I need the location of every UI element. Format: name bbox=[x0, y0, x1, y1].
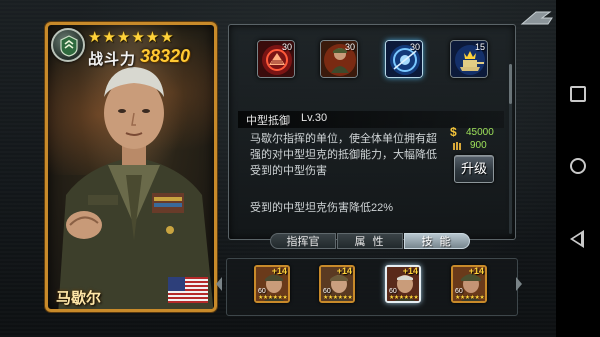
home-icon[interactable] bbox=[570, 158, 586, 174]
recents-icon[interactable] bbox=[570, 86, 586, 102]
gold-icon: $ bbox=[450, 125, 457, 139]
power-value: 38320 bbox=[140, 46, 191, 66]
tab-commander[interactable]: 指挥官 bbox=[270, 233, 336, 249]
roster-plus-3: +14 bbox=[468, 266, 484, 276]
roster-plus-0: +14 bbox=[271, 266, 287, 276]
roster-hero-0[interactable]: +14 60 ★★★★★★ bbox=[254, 265, 290, 303]
roster-stars-3: ★★★★★★ bbox=[455, 295, 485, 301]
skill-scrollbar[interactable] bbox=[509, 64, 512, 234]
skill-icon-3[interactable]: 15 bbox=[450, 40, 488, 78]
ammo-cost: 900 bbox=[470, 140, 487, 151]
skill-icon-0[interactable]: 30 bbox=[257, 40, 295, 78]
roster-plus-2: +14 bbox=[402, 266, 418, 276]
skill-icon-2[interactable]: 30 bbox=[385, 40, 423, 78]
upgrade-button[interactable]: 升级 bbox=[454, 155, 494, 183]
skill-effect: 受到的中型坦克伤害降低22% bbox=[250, 202, 394, 214]
skill-level-1: 30 bbox=[344, 42, 355, 52]
rank-badge-icon bbox=[51, 28, 85, 62]
tab-attributes[interactable]: 属 性 bbox=[337, 233, 403, 249]
skill-level-2: 30 bbox=[409, 42, 420, 52]
skill-icon-1[interactable]: 30 bbox=[320, 40, 358, 78]
system-nav-bar bbox=[556, 0, 600, 337]
skill-description: 马歇尔指挥的单位，使全体单位拥有超强的对中型坦克的抵御能力，大幅降低受到的中型伤… bbox=[250, 133, 437, 177]
hero-name: 马歇尔 bbox=[56, 290, 102, 307]
skill-level: Lv.30 bbox=[301, 112, 328, 124]
skill-level-3: 15 bbox=[474, 42, 485, 52]
hero-card[interactable]: ★★★★★★ 战斗力 38320 马歇尔 bbox=[45, 22, 217, 312]
roster-hero-3[interactable]: +14 60 ★★★★★★ bbox=[451, 265, 487, 303]
back-arrow-icon[interactable] bbox=[520, 6, 554, 28]
ammo-icon bbox=[453, 142, 461, 150]
hero-stars: ★★★★★★ bbox=[88, 29, 175, 46]
usa-flag-icon bbox=[168, 277, 208, 303]
roster-stars-2: ★★★★★★ bbox=[389, 295, 419, 301]
back-icon[interactable] bbox=[570, 230, 584, 248]
roster-hero-1[interactable]: +14 60 ★★★★★★ bbox=[319, 265, 355, 303]
roster-stars-1: ★★★★★★ bbox=[323, 295, 353, 301]
roster-plus-1: +14 bbox=[336, 266, 352, 276]
roster-stars-0: ★★★★★★ bbox=[258, 295, 288, 301]
gold-cost: 45000 bbox=[466, 127, 494, 138]
roster-left-arrow-icon[interactable] bbox=[216, 277, 222, 291]
roster-hero-2[interactable]: +14 60 ★★★★★★ bbox=[385, 265, 421, 303]
tab-skills[interactable]: 技 能 bbox=[404, 233, 470, 249]
roster-right-arrow-icon[interactable] bbox=[516, 277, 522, 291]
skill-level-0: 30 bbox=[281, 42, 292, 52]
skill-name: 中型抵御 bbox=[246, 115, 290, 127]
power-label: 战斗力 bbox=[88, 51, 137, 68]
